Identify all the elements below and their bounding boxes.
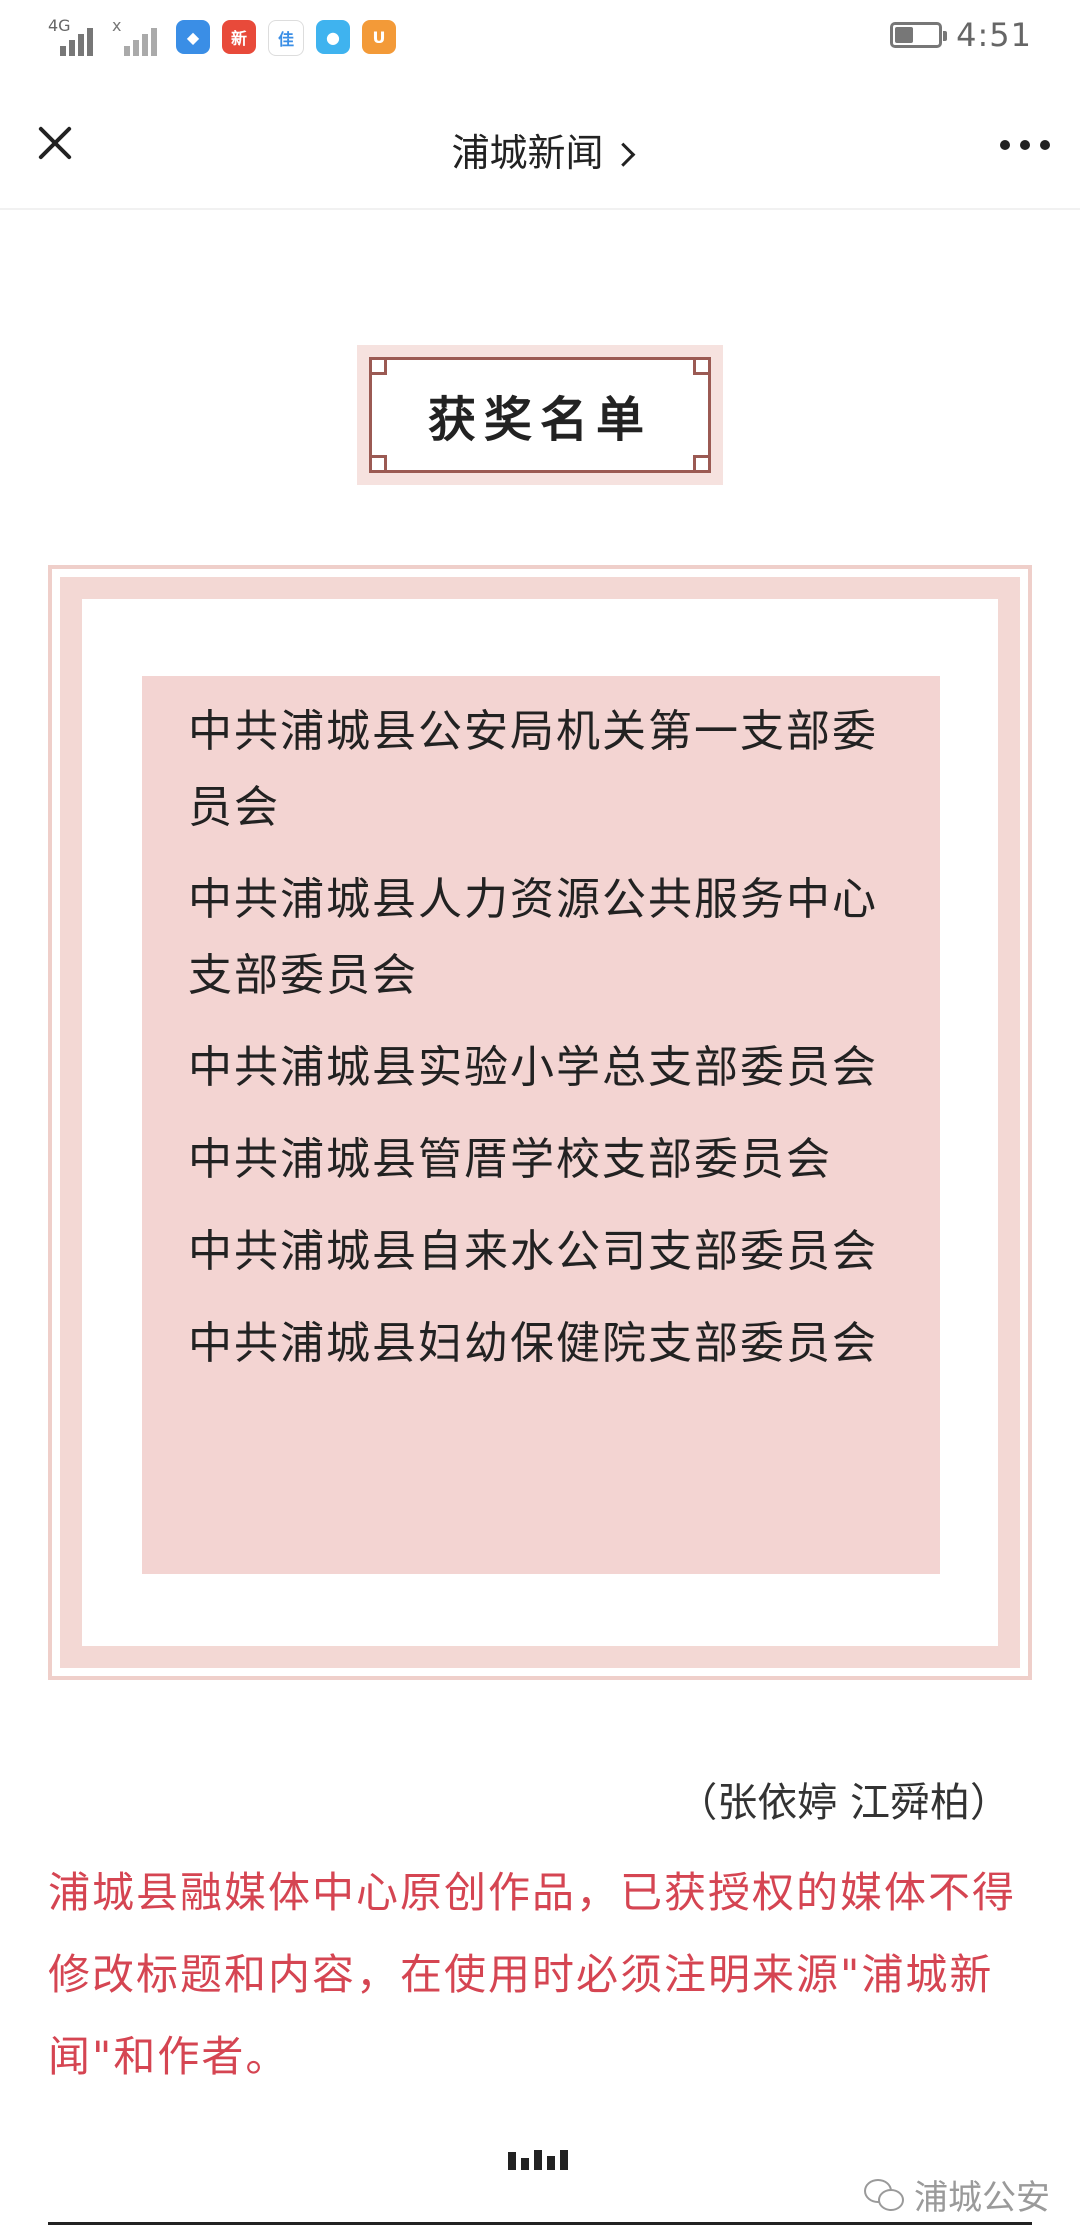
corner-ornament [693, 455, 711, 473]
cell-signal-1-icon: 4G [48, 18, 100, 58]
end-mark-icon [508, 2150, 568, 2170]
section-heading: 获奖名单 [427, 392, 652, 448]
chevron-right-icon [610, 142, 635, 167]
heading-frame: 获奖名单 [369, 357, 711, 473]
watermark-text: 浦城公安 [914, 2178, 1050, 2218]
status-bar: 4G x ◆ 新佳 ● U 4:51 [0, 0, 1080, 80]
award-list-item: 中共浦城县妇幼保健院支部委员会 [188, 1318, 878, 1369]
award-list-item: 中共浦城县自来水公司支部委员会 [188, 1226, 878, 1277]
corner-ornament [369, 455, 387, 473]
status-right: 4:51 [890, 16, 1032, 54]
clock: 4:51 [956, 16, 1032, 54]
award-list: 中共浦城县公安局机关第一支部委员会 中共浦城县人力资源公共服务中心支部委员会中共浦… [142, 676, 940, 1382]
award-list-item: 中共浦城县管厝学校支部委员会 [188, 1134, 832, 1185]
award-list-item: 中共浦城县实验小学总支部委员会 [188, 1042, 878, 1093]
status-left: 4G x ◆ 新佳 ● U [48, 16, 396, 58]
more-options-icon[interactable] [1000, 140, 1050, 150]
copyright-notice: 浦城县融媒体中心原创作品，已获授权的媒体不得修改标题和内容，在使用时必须注明来源… [48, 1868, 1017, 2081]
award-list-item: 中共浦城县公安局机关第一支部委员会 [188, 706, 878, 833]
corner-ornament [369, 357, 387, 375]
award-list-item: 中共浦城县人力资源公共服务中心支部委员会 [188, 874, 878, 1001]
watermark: 浦城公安 [864, 2170, 1050, 2219]
browser-app-icon: ● [316, 20, 350, 54]
author-credit: （张依婷 江舜柏） [677, 1780, 1010, 1826]
account-title: 浦城新闻 [451, 131, 604, 175]
jia-app-icon: 佳 [268, 20, 304, 56]
corner-ornament [693, 357, 711, 375]
footer-divider [48, 2222, 1032, 2225]
cell-signal-2-icon: x [112, 16, 164, 58]
award-list-panel: 中共浦城县公安局机关第一支部委员会 中共浦城县人力资源公共服务中心支部委员会中共浦… [142, 676, 940, 1574]
heading-box: 获奖名单 [357, 345, 723, 485]
wechat-icon [864, 2178, 904, 2211]
battery-icon [890, 22, 948, 48]
shield-app-icon: ◆ [176, 20, 210, 54]
uc-app-icon: U [362, 20, 396, 54]
account-title-link[interactable]: 浦城新闻 [0, 122, 1080, 177]
notification-app-icons: ◆ 新佳 ● U [176, 20, 396, 56]
no-signal-label: x [112, 16, 122, 35]
news-app-icon: 新 [222, 20, 256, 54]
nav-bar: 浦城新闻 [0, 80, 1080, 210]
